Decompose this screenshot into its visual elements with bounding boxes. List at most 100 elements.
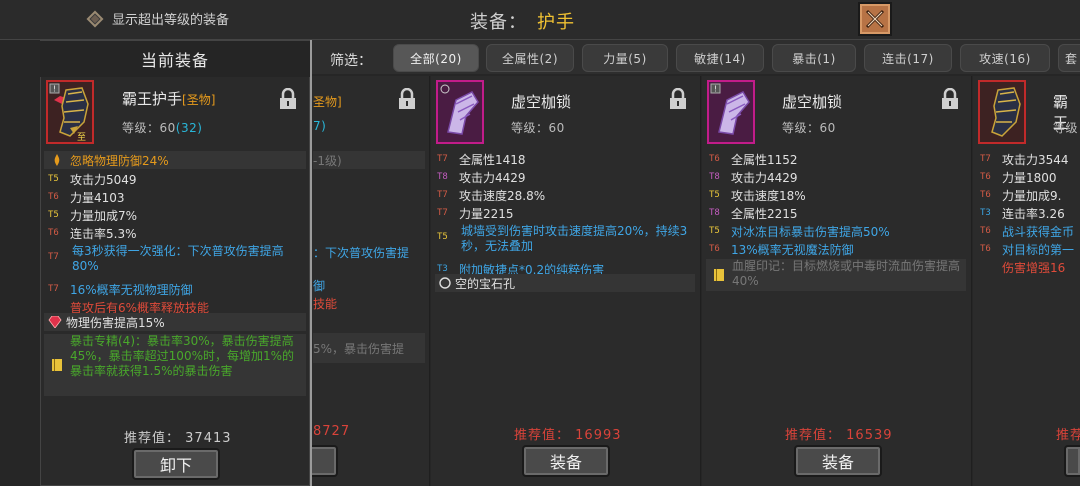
stat-text: 攻击力4429 xyxy=(459,170,526,185)
stat-text: 力量加成9. xyxy=(1002,188,1062,203)
gem-row: 物理伤害提高15% xyxy=(44,313,306,331)
current-item-grade: [圣物] xyxy=(182,93,216,107)
stat-text: 全属性1418 xyxy=(459,152,526,167)
level-value: 60 xyxy=(819,121,836,135)
slot-name: 护手 xyxy=(537,12,575,33)
tier-badge: T6 xyxy=(48,228,59,238)
tier-badge: T7 xyxy=(48,284,59,294)
tier-badge: T6 xyxy=(980,244,991,254)
hidden-skill-fragment: ：下次普攻伤害提 xyxy=(313,245,410,260)
tier-badge: T8 xyxy=(437,172,448,182)
stat-row: T5 攻击力5049 xyxy=(48,170,306,188)
gem-icon xyxy=(44,316,66,328)
stat-row: T7 每3秒获得一次强化：下次普攻伤害提高80% xyxy=(48,244,306,280)
stat-row: T5 对冰冻目标暴击伤害提高50% xyxy=(709,222,967,240)
stat-row: T6 对目标的第一 xyxy=(980,240,1080,258)
equip-button[interactable]: 装备 xyxy=(522,445,610,477)
card-stat-list: T6 全属性1152 T8 攻击力4429 T5 攻击速度18% T8 全属性2215 … xyxy=(709,150,967,258)
tier-badge: T5 xyxy=(48,210,59,220)
stat-text: 攻击力4429 xyxy=(731,170,798,185)
stat-text: 16%概率无视物理防御 xyxy=(70,282,193,297)
hidden-def-fragment: 御 xyxy=(313,278,326,293)
lock-icon[interactable] xyxy=(279,88,297,110)
tab-set[interactable]: 套 xyxy=(1058,44,1080,72)
tier-badge: T7 xyxy=(437,154,448,164)
stat-row: T6 战斗获得金币 xyxy=(980,222,1080,240)
equip-button[interactable] xyxy=(1064,445,1080,477)
equip-button[interactable]: 装备 xyxy=(794,445,882,477)
diamond-checkbox-icon[interactable] xyxy=(86,10,104,27)
gem-text: 物理伤害提高15% xyxy=(66,315,165,330)
stat-row: T3 连击率3.26 xyxy=(980,204,1080,222)
tab-all[interactable]: 全部(20) xyxy=(393,44,479,72)
rec-label: 推荐值： xyxy=(124,431,181,446)
stat-text: 战斗获得金币 xyxy=(1002,224,1075,239)
unequip-button[interactable]: 卸下 xyxy=(132,448,220,480)
tab-attack-speed[interactable]: 攻速(16) xyxy=(960,44,1050,72)
stat-text: 力量加成7% xyxy=(70,208,138,223)
stat-text: 全属性1152 xyxy=(731,152,798,167)
hidden-grade-fragment: 圣物] xyxy=(313,95,342,109)
tab-combo[interactable]: 连击(17) xyxy=(864,44,952,72)
socket-text: 空的宝石孔 xyxy=(455,276,516,291)
tier-badge: T8 xyxy=(709,172,720,182)
stat-text: 对冰冻目标暴击伤害提高50% xyxy=(731,224,890,239)
current-equipment-header: 当前装备 xyxy=(40,41,310,77)
current-item-name: 霸王护手 xyxy=(122,90,183,108)
tab-strength[interactable]: 力量(5) xyxy=(582,44,668,72)
item-icon[interactable] xyxy=(978,80,1026,144)
tier-badge: T6 xyxy=(980,172,991,182)
card-rec-value: 推荐值： 16539 xyxy=(785,424,893,443)
stat-row: T7 力量2215 xyxy=(437,204,695,222)
tier-badge: T7 xyxy=(437,208,448,218)
hidden-level-fragment: 7) xyxy=(313,119,327,133)
tier-badge: T5 xyxy=(437,232,448,242)
stat-row: T7 攻击速度28.8% xyxy=(437,186,695,204)
stat-row: T6 13%概率无视魔法防御 xyxy=(709,240,967,258)
tab-all-attributes[interactable]: 全属性(2) xyxy=(486,44,574,72)
tier-badge: T3 xyxy=(980,208,991,218)
lock-icon[interactable] xyxy=(398,88,416,110)
stat-row: 伤害增强16 xyxy=(980,258,1080,276)
set-bonus-text: 暴击专精(4)：暴击率30%，暴击伤害提高45%，暴击率超过100%时，每增加1… xyxy=(70,334,295,378)
hidden-level-req-fragment: -1级) xyxy=(313,151,425,169)
card-stat-list: T7 攻击力3544 T6 力量1800 T6 力量加成9. T3 连击率3.26 T6… xyxy=(980,150,1080,276)
stat-row: T6 力量1800 xyxy=(980,168,1080,186)
stat-text: 全属性2215 xyxy=(731,206,798,221)
socket-icon xyxy=(435,277,455,289)
card-rec-value: 推荐 xyxy=(1056,428,1080,443)
tier-badge: T6 xyxy=(709,154,720,164)
stat-text: 伤害增强16 xyxy=(1002,260,1066,275)
item-icon[interactable] xyxy=(436,80,484,144)
lock-icon[interactable] xyxy=(941,88,959,110)
stat-row: T6 力量加成9. xyxy=(980,186,1080,204)
level-label: 等级： xyxy=(782,121,820,135)
item-icon[interactable]: ! xyxy=(707,80,755,144)
hidden-set-fragment: 5%，暴击伤害提 xyxy=(313,333,425,363)
tier-badge: T5 xyxy=(709,190,720,200)
tier-badge: T7 xyxy=(437,190,448,200)
stat-text: 攻击力5049 xyxy=(70,172,137,187)
tier-badge: T8 xyxy=(709,208,720,218)
book-icon xyxy=(44,334,70,396)
tab-crit[interactable]: 暴击(1) xyxy=(772,44,856,72)
stat-row: T7 16%概率无视物理防御 xyxy=(48,280,306,298)
special-affix-text: 忽略物理防御24% xyxy=(70,153,169,168)
stat-text: 攻击速度18% xyxy=(731,188,806,203)
hidden-rec-fragment: 8727 xyxy=(313,424,351,439)
rec-number: 16993 xyxy=(575,428,622,443)
item-icon[interactable]: ! 至 xyxy=(46,80,94,144)
current-level: 等级：60(32) xyxy=(122,119,202,136)
set-bonus-row: 血腥印记：目标燃烧或中毒时流血伤害提高40% xyxy=(706,259,966,291)
gauntlet-icon: ! 至 xyxy=(49,83,89,143)
tab-agility[interactable]: 敏捷(14) xyxy=(676,44,764,72)
lock-icon[interactable] xyxy=(669,88,687,110)
close-button[interactable] xyxy=(858,2,892,36)
set-bonus-row: 暴击专精(4)：暴击率30%，暴击伤害提高45%，暴击率超过100%时，每增加1… xyxy=(44,334,306,396)
current-level-value: 60 xyxy=(159,121,176,135)
hidden-equip-button[interactable] xyxy=(310,445,338,477)
show-over-level-toggle[interactable]: 显示超出等级的装备 xyxy=(86,9,229,28)
level-value: 60 xyxy=(548,121,565,135)
card-rec-value: 推荐值： 16993 xyxy=(514,424,622,443)
tier-badge: T6 xyxy=(980,190,991,200)
